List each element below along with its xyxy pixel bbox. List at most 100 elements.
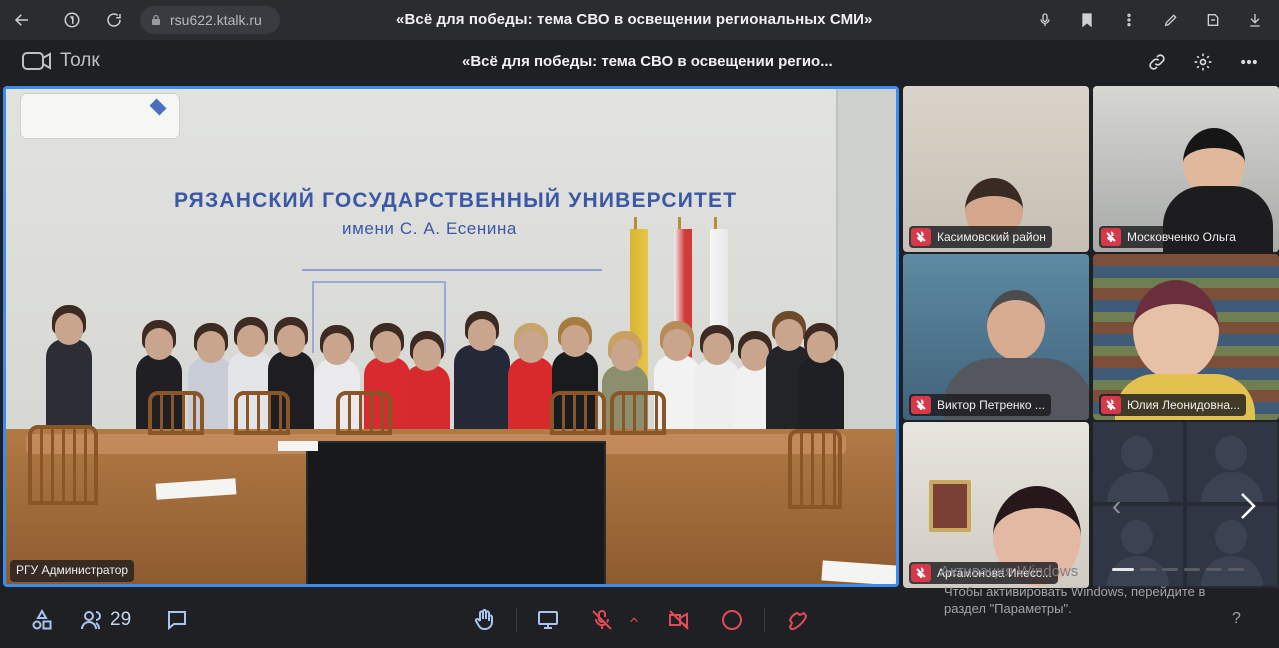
pen-icon bbox=[1164, 14, 1177, 27]
desk-monitor bbox=[306, 441, 606, 584]
participant-count: 29 bbox=[110, 609, 132, 630]
participant-name: Московченко Ольга bbox=[1127, 230, 1236, 244]
downloads-button[interactable] bbox=[1241, 6, 1269, 34]
participants-button[interactable]: 29 bbox=[80, 604, 131, 636]
back-button[interactable] bbox=[8, 6, 36, 34]
reload-icon bbox=[107, 13, 121, 27]
mic-off-icon bbox=[1106, 231, 1116, 242]
participant-face bbox=[1133, 280, 1219, 380]
people-icon bbox=[81, 611, 101, 630]
call-toolbar: 29 bbox=[0, 596, 1279, 648]
raise-hand-button[interactable] bbox=[470, 604, 498, 636]
collections-icon bbox=[1207, 14, 1219, 26]
participant-name: Касимовский район bbox=[937, 230, 1046, 244]
wall-sign-line1: РЯЗАНСКИЙ ГОСУДАРСТВЕННЫЙ УНИВЕРСИТЕТ bbox=[174, 189, 738, 212]
gear-icon bbox=[1194, 53, 1212, 71]
air-conditioner bbox=[20, 93, 180, 139]
participant-tile[interactable]: Касимовский район bbox=[903, 86, 1089, 252]
browser-menu-button[interactable] bbox=[1115, 6, 1143, 34]
settings-button[interactable] bbox=[1191, 50, 1215, 74]
url-text: rsu622.ktalk.ru bbox=[170, 12, 262, 28]
record-button[interactable] bbox=[718, 604, 746, 636]
copy-link-button[interactable] bbox=[1145, 50, 1169, 74]
end-call-button[interactable] bbox=[782, 604, 812, 636]
more-button[interactable] bbox=[1237, 50, 1261, 74]
muted-badge bbox=[1101, 396, 1121, 414]
pager-dot[interactable] bbox=[1228, 568, 1244, 571]
pager-dot[interactable] bbox=[1140, 568, 1156, 571]
participant-tile[interactable]: Московченко Ольга bbox=[1093, 86, 1279, 252]
mic-off-icon bbox=[592, 610, 612, 630]
chair bbox=[610, 391, 666, 435]
record-icon bbox=[722, 610, 742, 630]
dots-vertical-icon bbox=[1127, 13, 1131, 27]
mic-off-icon bbox=[916, 567, 926, 578]
arrow-left-icon bbox=[14, 14, 28, 26]
chat-icon bbox=[168, 611, 186, 631]
download-icon bbox=[1250, 14, 1260, 27]
chat-button[interactable] bbox=[164, 604, 190, 636]
muted-badge bbox=[1101, 228, 1121, 246]
mic-off-icon bbox=[1106, 399, 1116, 410]
avatar-placeholder bbox=[1093, 506, 1183, 586]
yandex-button[interactable] bbox=[58, 6, 86, 34]
participant-tile[interactable]: Виктор Петренко ... bbox=[903, 254, 1089, 420]
dots-horizontal-icon bbox=[1241, 59, 1257, 65]
pager-dot[interactable] bbox=[1162, 568, 1178, 571]
participant-tile[interactable]: Юлия Леонидовна... bbox=[1093, 254, 1279, 420]
wall-picture bbox=[929, 480, 971, 532]
muted-badge bbox=[911, 228, 931, 246]
phone-hangup-icon bbox=[788, 611, 808, 631]
pager-dot[interactable] bbox=[1112, 568, 1134, 571]
browser-toolbar: rsu622.ktalk.ru «Всё для победы: тема СВ… bbox=[0, 0, 1279, 40]
reload-button[interactable] bbox=[100, 6, 128, 34]
camera-logo-icon bbox=[22, 52, 51, 70]
help-button[interactable]: ? bbox=[1232, 610, 1241, 628]
voice-search-button[interactable] bbox=[1031, 6, 1059, 34]
muted-badge bbox=[911, 396, 931, 414]
pager-dot[interactable] bbox=[1184, 568, 1200, 571]
app-header: Толк «Всё для победы: тема СВО в освещен… bbox=[0, 40, 1279, 84]
participant-name-tag: Виктор Петренко ... bbox=[909, 394, 1051, 416]
muted-badge bbox=[911, 564, 931, 582]
microphone-options-button[interactable] bbox=[624, 604, 644, 636]
participant-name: Виктор Петренко ... bbox=[937, 398, 1045, 412]
paper-sheet bbox=[278, 441, 318, 451]
chair bbox=[234, 391, 290, 435]
chair bbox=[788, 429, 842, 509]
pager-dot[interactable] bbox=[1206, 568, 1222, 571]
apps-button[interactable] bbox=[28, 604, 56, 636]
avatar-placeholder bbox=[1093, 422, 1183, 502]
bookmark-button[interactable] bbox=[1073, 6, 1101, 34]
main-video[interactable]: РЯЗАНСКИЙ ГОСУДАРСТВЕННЫЙ УНИВЕРСИТЕТ им… bbox=[3, 86, 899, 587]
participant-name-tag: Юлия Леонидовна... bbox=[1099, 394, 1247, 416]
camera-off-icon bbox=[669, 610, 689, 630]
meeting-title: «Всё для победы: тема СВО в освещении ре… bbox=[462, 53, 833, 70]
participant-name-tag: Касимовский район bbox=[909, 226, 1052, 248]
hand-icon bbox=[474, 609, 493, 630]
avatar-placeholder bbox=[1187, 422, 1277, 502]
mic-off-icon bbox=[916, 399, 926, 410]
collections-button[interactable] bbox=[1199, 6, 1227, 34]
avatar-placeholder bbox=[1187, 506, 1277, 586]
chevron-up-icon bbox=[630, 617, 638, 623]
mic-off-icon bbox=[916, 231, 926, 242]
participant-name-tag: Московченко Ольга bbox=[1099, 226, 1242, 248]
participant-face bbox=[987, 290, 1045, 360]
bookmark-icon bbox=[1082, 13, 1092, 28]
address-bar[interactable]: rsu622.ktalk.ru bbox=[140, 6, 280, 34]
chair bbox=[28, 425, 98, 505]
yandex-logo-icon bbox=[64, 12, 80, 28]
draw-button[interactable] bbox=[1157, 6, 1185, 34]
microphone-icon bbox=[1040, 13, 1050, 26]
camera-toggle[interactable] bbox=[664, 604, 694, 636]
chair bbox=[336, 391, 392, 435]
chair bbox=[148, 391, 204, 435]
next-page-button[interactable] bbox=[1236, 490, 1260, 522]
monitor-icon bbox=[538, 611, 558, 629]
screen-share-button[interactable] bbox=[534, 604, 562, 636]
app-logo[interactable]: Толк bbox=[22, 50, 100, 72]
microphone-toggle[interactable] bbox=[588, 604, 616, 636]
watermark-heading: Активация Windows bbox=[940, 563, 1079, 580]
previous-page-button[interactable]: ‹ bbox=[1112, 490, 1121, 522]
